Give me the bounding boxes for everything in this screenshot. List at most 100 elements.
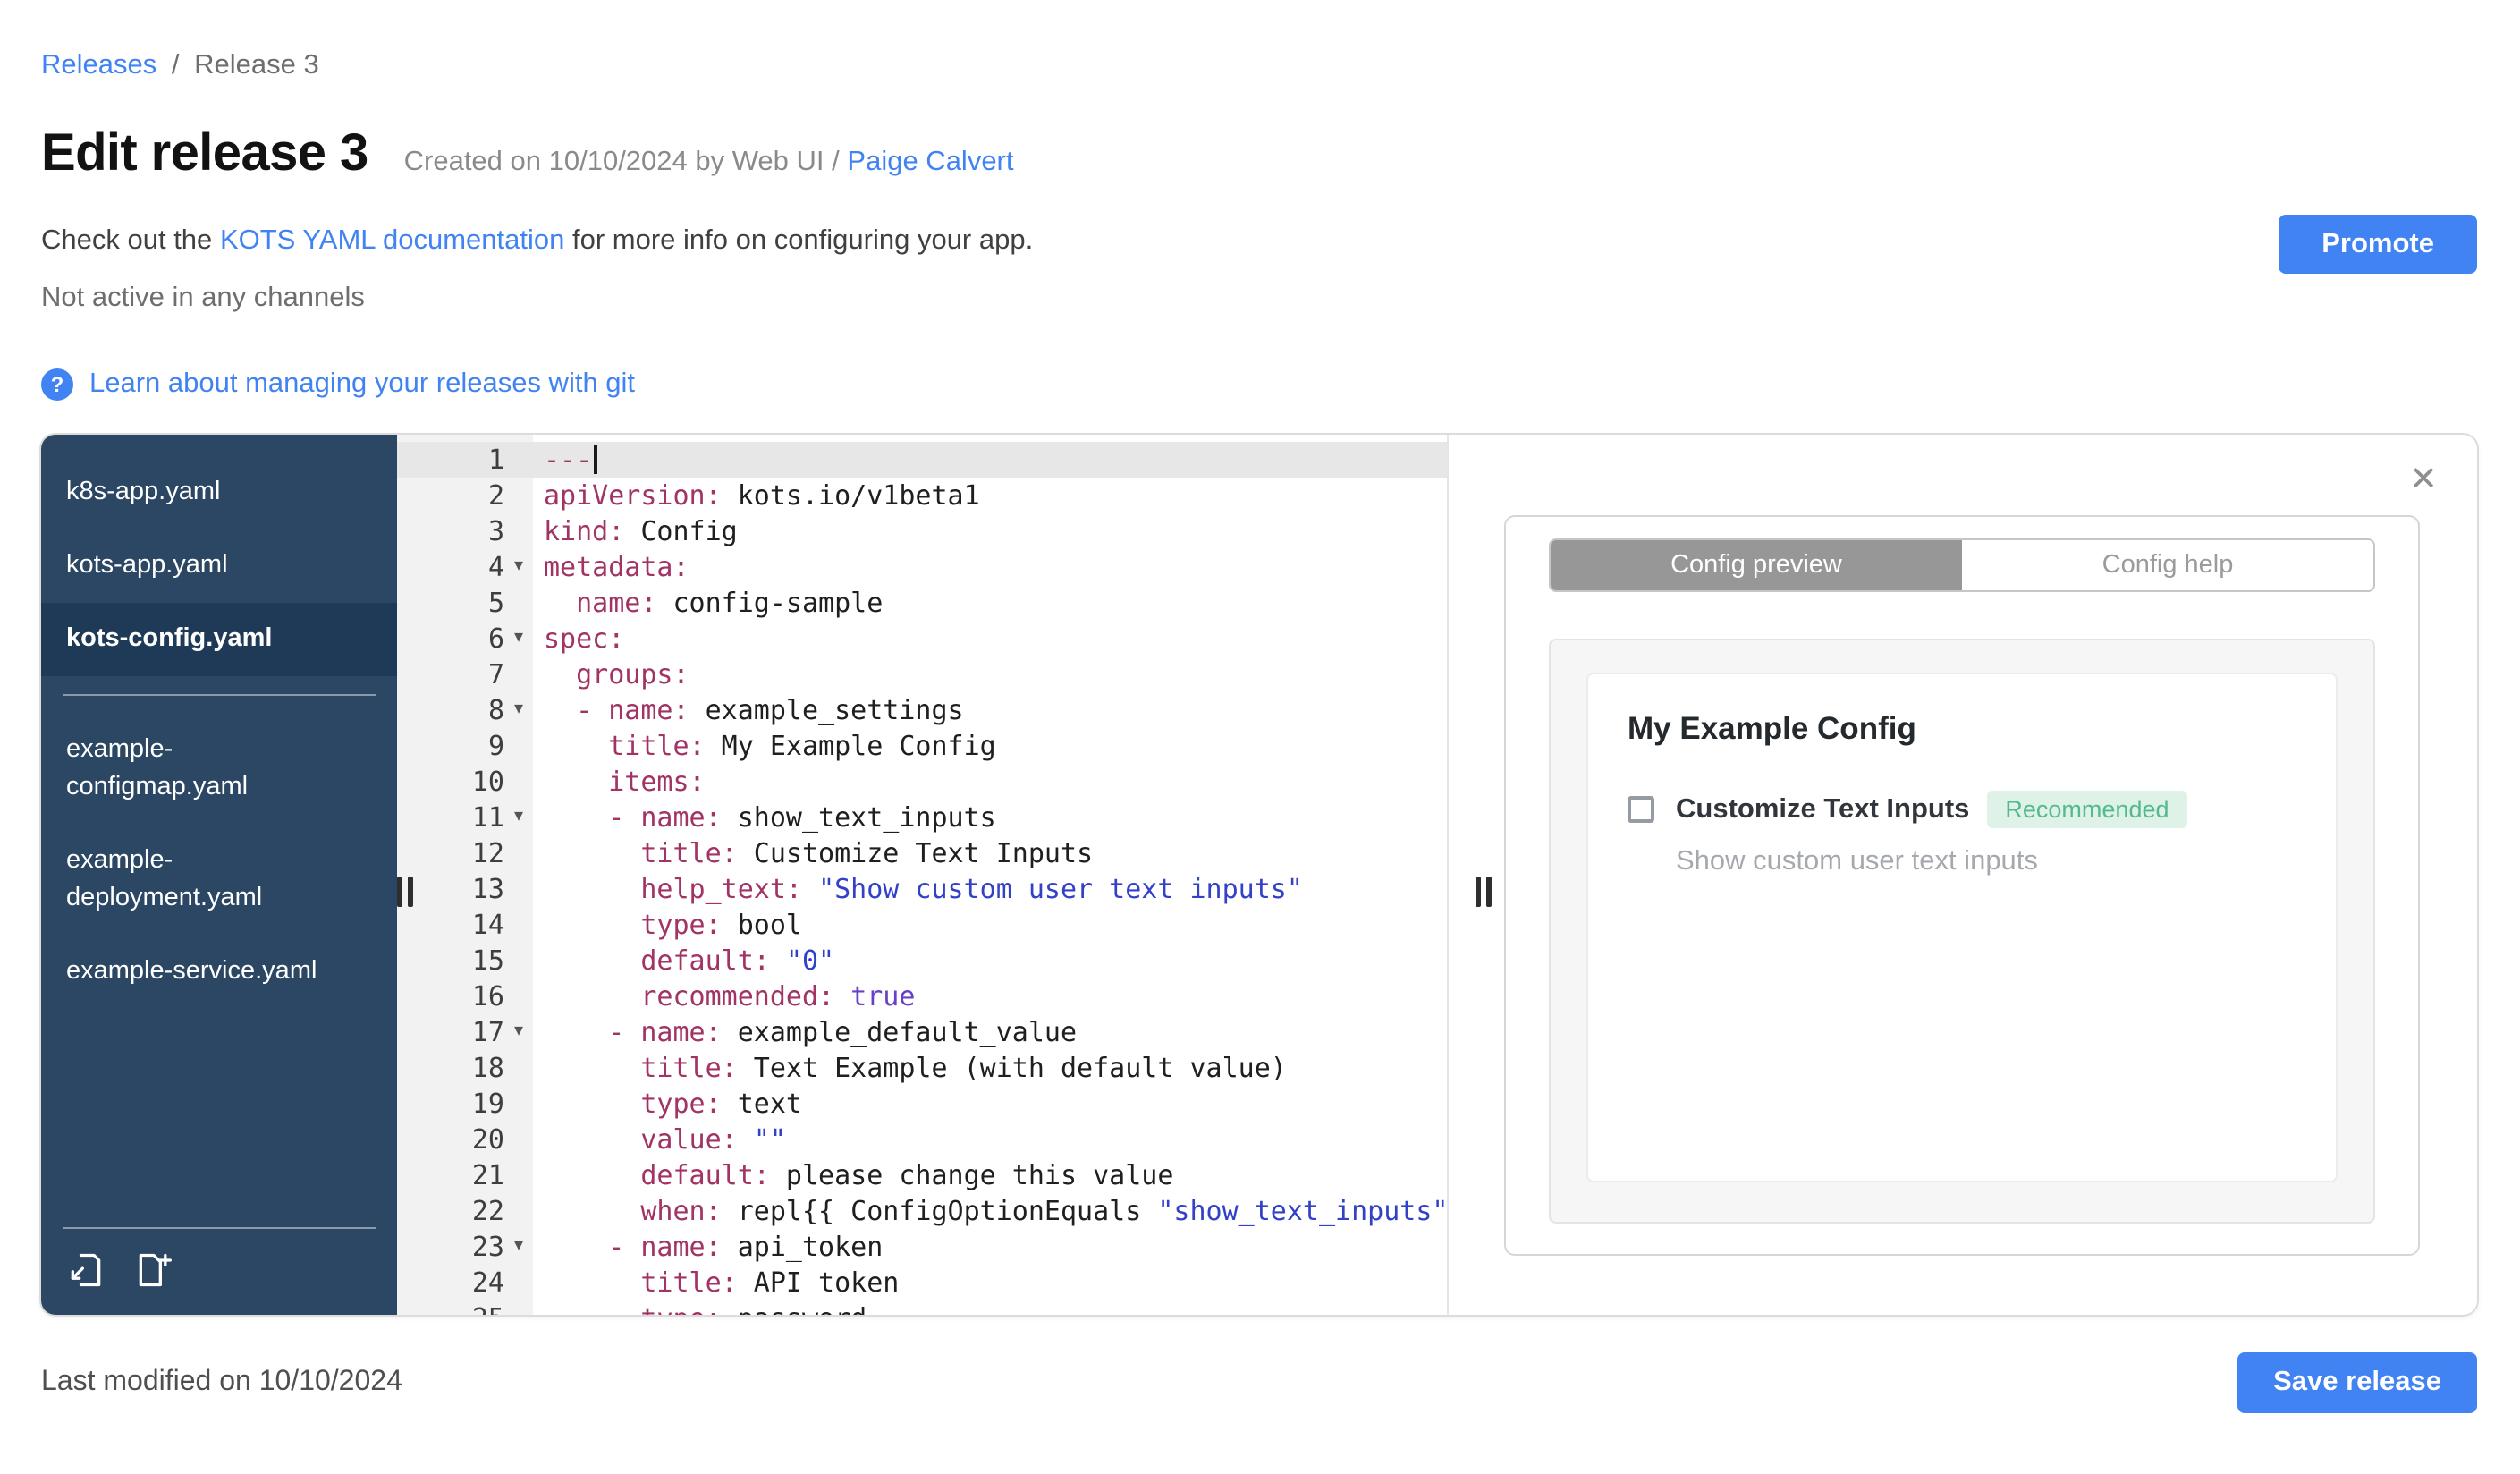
line-number-4: 4 ▾ — [397, 549, 533, 585]
code-line-18[interactable]: 18 title: Text Example (with default val… — [397, 1050, 1447, 1086]
code-line-15[interactable]: 15 default: "0" — [397, 943, 1447, 978]
pane-resize-handle-left[interactable] — [397, 877, 413, 907]
config-preview-surface: My Example Config Customize Text Inputs … — [1549, 639, 2375, 1224]
code-line-7[interactable]: 7 groups: — [397, 657, 1447, 692]
line-number-25: 25 — [397, 1300, 533, 1315]
config-item-help-text: Show custom user text inputs — [1676, 846, 2038, 877]
file-item-example-service.yaml[interactable]: example-service.yaml — [41, 936, 397, 1009]
file-item-k8s-app.yaml[interactable]: k8s-app.yaml — [41, 456, 397, 529]
config-item-row: Customize Text Inputs Recommended — [1628, 791, 2296, 828]
config-group-title: My Example Config — [1628, 710, 1916, 746]
created-info: Created on 10/10/2024 by Web UI / Paige … — [404, 147, 1014, 179]
file-item-kots-app.yaml[interactable]: kots-app.yaml — [41, 529, 397, 603]
code-line-16[interactable]: 16 recommended: true — [397, 978, 1447, 1014]
recommended-badge: Recommended — [1987, 791, 2187, 828]
line-number-22: 22 — [397, 1193, 533, 1229]
code-line-14[interactable]: 14 type: bool — [397, 907, 1447, 943]
line-number-16: 16 — [397, 978, 533, 1014]
yaml-editor[interactable]: 1 --- 2 apiVersion: kots.io/v1beta1 3 kind: C… — [397, 435, 1447, 1315]
fold-caret-spacer — [504, 478, 533, 513]
code-line-2[interactable]: 2 apiVersion: kots.io/v1beta1 — [397, 478, 1447, 513]
fold-caret-spacer — [504, 978, 533, 1014]
line-number-17: 17 ▾ — [397, 1014, 533, 1050]
code-line-3[interactable]: 3 kind: Config — [397, 513, 1447, 549]
upload-file-icon[interactable] — [66, 1250, 106, 1290]
fold-caret-spacer — [504, 1086, 533, 1122]
code-line-24[interactable]: 24 title: API token — [397, 1265, 1447, 1300]
save-release-button[interactable]: Save release — [2237, 1352, 2477, 1413]
kots-docs-link[interactable]: KOTS YAML documentation — [220, 225, 564, 256]
code-line-9[interactable]: 9 title: My Example Config — [397, 728, 1447, 764]
fold-caret-spacer — [504, 728, 533, 764]
code-line-13[interactable]: 13 help_text: "Show custom user text inp… — [397, 871, 1447, 907]
fold-caret-icon[interactable]: ▾ — [504, 1014, 533, 1050]
promote-button[interactable]: Promote — [2279, 215, 2477, 274]
git-releases-link[interactable]: Learn about managing your releases with … — [89, 368, 635, 401]
line-number-15: 15 — [397, 943, 533, 978]
file-item-kots-config.yaml[interactable]: kots-config.yaml — [41, 603, 397, 677]
code-line-22[interactable]: 22 when: repl{{ ConfigOptionEquals "show… — [397, 1193, 1447, 1229]
line-number-10: 10 — [397, 764, 533, 800]
docs-line: Check out the KOTS YAML documentation fo… — [41, 225, 2520, 258]
code-line-11[interactable]: 11 ▾ - name: show_text_inputs — [397, 800, 1447, 835]
line-number-3: 3 — [397, 513, 533, 549]
file-list-divider — [63, 694, 376, 697]
file-item-example-deployment.yaml[interactable]: example-deployment.yaml — [41, 825, 397, 936]
tab-config-help[interactable]: Config help — [1962, 540, 2373, 590]
tab-config-preview[interactable]: Config preview — [1551, 540, 1962, 590]
code-line-23[interactable]: 23 ▾ - name: api_token — [397, 1229, 1447, 1265]
config-preview-panel: ✕ Config preview Config help My Example … — [1447, 435, 2477, 1315]
code-line-19[interactable]: 19 type: text — [397, 1086, 1447, 1122]
last-modified: Last modified on 10/10/2024 — [41, 1367, 402, 1397]
code-line-25[interactable]: 25 type: password — [397, 1300, 1447, 1315]
code-line-12[interactable]: 12 title: Customize Text Inputs — [397, 835, 1447, 871]
fold-caret-spacer — [504, 835, 533, 871]
release-editor: k8s-app.yaml kots-app.yaml kots-config.yam… — [41, 435, 2477, 1315]
pane-resize-handle-right[interactable] — [1476, 877, 1492, 907]
fold-caret-spacer — [504, 513, 533, 549]
created-text: Created on 10/10/2024 by Web UI / — [403, 147, 840, 177]
file-list: k8s-app.yaml kots-app.yaml kots-config.yam… — [41, 456, 397, 1009]
line-number-5: 5 — [397, 585, 533, 621]
author-link[interactable]: Paige Calvert — [847, 147, 1013, 177]
line-number-12: 12 — [397, 835, 533, 871]
fold-caret-spacer — [504, 1265, 533, 1300]
code-line-10[interactable]: 10 items: — [397, 764, 1447, 800]
line-number-21: 21 — [397, 1157, 533, 1193]
file-item-example-configmap.yaml[interactable]: example-configmap.yaml — [41, 714, 397, 825]
breadcrumb-releases-link[interactable]: Releases — [41, 50, 156, 80]
code-line-1[interactable]: 1 --- — [397, 442, 1447, 478]
fold-caret-spacer — [504, 907, 533, 943]
fold-caret-icon[interactable]: ▾ — [504, 549, 533, 585]
code-line-20[interactable]: 20 value: "" — [397, 1122, 1447, 1157]
line-number-19: 19 — [397, 1086, 533, 1122]
text-cursor — [594, 445, 598, 474]
sidebar-footer — [63, 1227, 376, 1315]
fold-caret-icon[interactable]: ▾ — [504, 692, 533, 728]
fold-caret-icon[interactable]: ▾ — [504, 1229, 533, 1265]
code-line-8[interactable]: 8 ▾ - name: example_settings — [397, 692, 1447, 728]
config-checkbox[interactable] — [1628, 796, 1654, 823]
line-number-18: 18 — [397, 1050, 533, 1086]
new-file-icon[interactable] — [134, 1250, 173, 1290]
code-rows: 1 --- 2 apiVersion: kots.io/v1beta1 3 kind: C… — [397, 435, 1447, 1315]
git-help-row: ? Learn about managing your releases wit… — [41, 368, 2520, 401]
config-group-card: My Example Config Customize Text Inputs … — [1586, 673, 2338, 1182]
code-line-17[interactable]: 17 ▾ - name: example_default_value — [397, 1014, 1447, 1050]
code-line-21[interactable]: 21 default: please change this value — [397, 1157, 1447, 1193]
page-title: Edit release 3 — [41, 125, 368, 182]
fold-caret-icon[interactable]: ▾ — [504, 800, 533, 835]
line-number-14: 14 — [397, 907, 533, 943]
code-line-4[interactable]: 4 ▾ metadata: — [397, 549, 1447, 585]
line-number-23: 23 ▾ — [397, 1229, 533, 1265]
code-line-6[interactable]: 6 ▾ spec: — [397, 621, 1447, 657]
line-number-2: 2 — [397, 478, 533, 513]
fold-caret-spacer — [504, 657, 533, 692]
fold-caret-spacer — [504, 1050, 533, 1086]
close-icon[interactable]: ✕ — [2406, 456, 2441, 504]
code-line-5[interactable]: 5 name: config-sample — [397, 585, 1447, 621]
fold-caret-spacer — [504, 1300, 533, 1315]
line-number-8: 8 ▾ — [397, 692, 533, 728]
config-item-label: Customize Text Inputs — [1676, 793, 1970, 824]
fold-caret-icon[interactable]: ▾ — [504, 621, 533, 657]
